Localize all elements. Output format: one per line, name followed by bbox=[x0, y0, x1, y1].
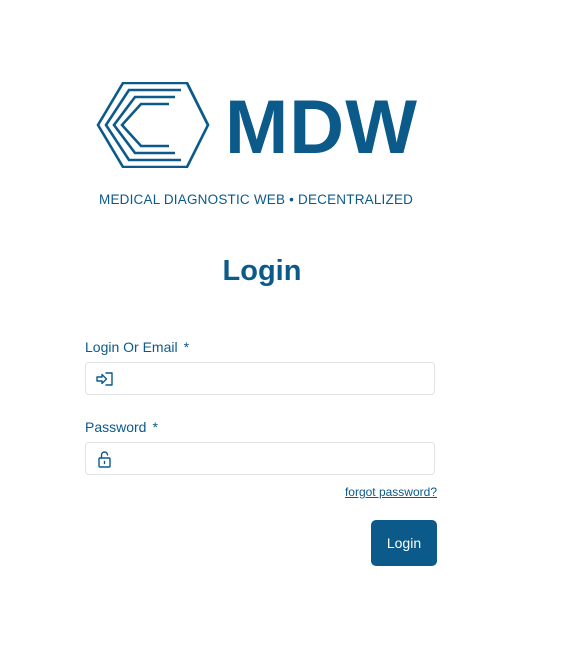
password-field[interactable] bbox=[85, 442, 435, 475]
login-input[interactable] bbox=[120, 363, 428, 394]
login-button[interactable]: Login bbox=[371, 520, 437, 566]
login-field[interactable] bbox=[85, 362, 435, 395]
lock-open-icon bbox=[98, 451, 111, 468]
required-marker: * bbox=[183, 339, 190, 355]
sign-in-icon bbox=[96, 372, 113, 386]
required-marker: * bbox=[152, 419, 158, 435]
hexagon-logo-icon bbox=[96, 82, 210, 168]
logo-tagline: MEDICAL DIAGNOSTIC WEB • DECENTRALIZED bbox=[99, 192, 414, 207]
page-title: Login bbox=[222, 255, 302, 287]
forgot-password-link[interactable]: forgot password? bbox=[345, 484, 437, 500]
login-label-text: Login Or Email bbox=[85, 339, 178, 355]
logo: MDW MEDICAL DIAGNOSTIC WEB • DECENTRALIZ… bbox=[95, 82, 435, 212]
password-input[interactable] bbox=[120, 443, 428, 474]
password-label-text: Password bbox=[85, 419, 147, 435]
logo-wordmark: MDW bbox=[225, 85, 418, 170]
login-field-label: Login Or Email * bbox=[85, 338, 189, 356]
password-field-label: Password * bbox=[85, 418, 158, 436]
